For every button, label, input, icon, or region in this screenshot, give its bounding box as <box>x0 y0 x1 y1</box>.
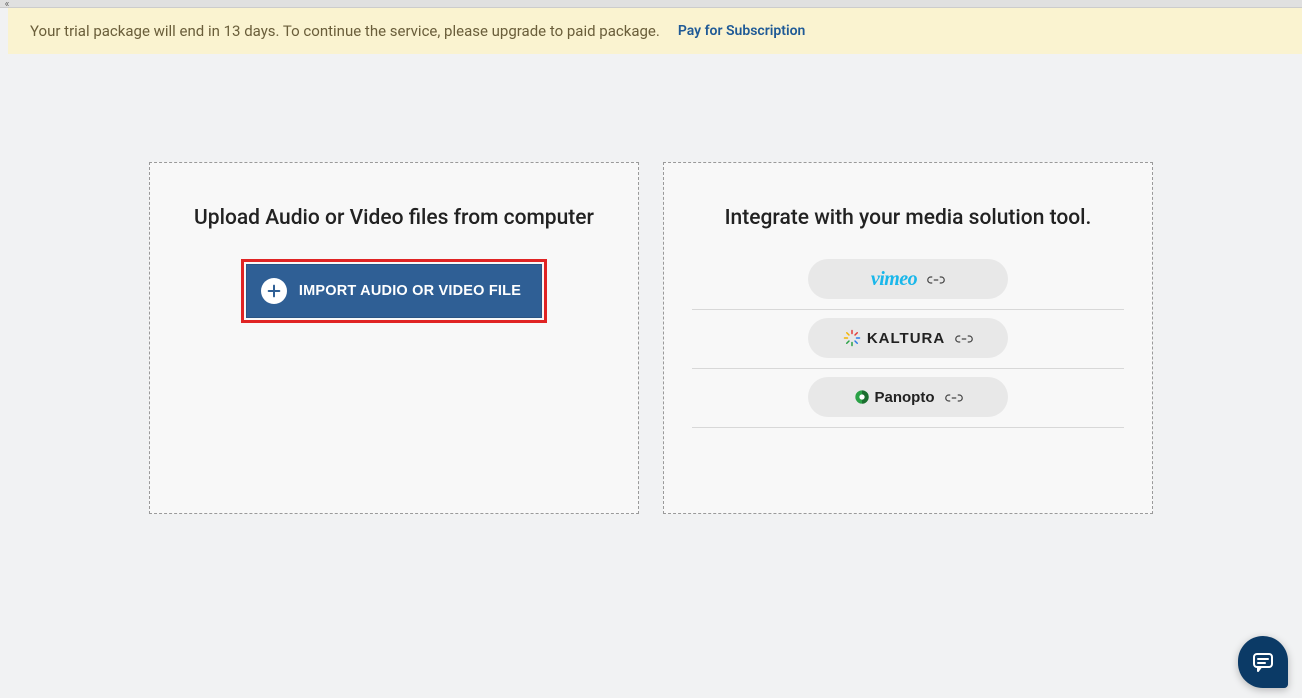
import-button-label: IMPORT AUDIO OR VIDEO FILE <box>299 283 521 299</box>
main-content: Upload Audio or Video files from compute… <box>0 54 1302 514</box>
pay-subscription-link[interactable]: Pay for Subscription <box>678 23 806 39</box>
integrate-panel: Integrate with your media solution tool.… <box>663 162 1153 514</box>
upload-heading: Upload Audio or Video files from compute… <box>178 203 610 233</box>
chat-widget-button[interactable] <box>1238 636 1288 688</box>
panopto-logo: Panopto <box>854 389 935 406</box>
link-icon <box>945 390 963 404</box>
kaltura-label: KALTURA <box>867 330 945 347</box>
chat-icon <box>1251 650 1275 674</box>
link-icon <box>927 272 945 286</box>
kaltura-sun-icon <box>843 329 861 347</box>
upload-panel: Upload Audio or Video files from compute… <box>149 162 639 514</box>
panopto-integration-button[interactable]: Panopto <box>808 377 1008 417</box>
vimeo-logo: vimeo <box>871 268 917 291</box>
integration-row-panopto: Panopto <box>692 369 1124 428</box>
panopto-label: Panopto <box>875 389 935 406</box>
collapse-sidebar-toggle[interactable]: « <box>0 0 14 14</box>
integration-row-kaltura: KALTURA <box>692 310 1124 369</box>
plus-icon <box>261 278 287 304</box>
kaltura-logo: KALTURA <box>843 329 945 347</box>
import-button-highlight: IMPORT AUDIO OR VIDEO FILE <box>241 259 547 323</box>
integration-list: vimeo <box>692 259 1124 428</box>
integrate-heading: Integrate with your media solution tool. <box>692 203 1124 233</box>
panopto-mark-icon <box>854 389 870 405</box>
trial-banner: Your trial package will end in 13 days. … <box>8 8 1302 54</box>
top-strip: « <box>0 0 1302 8</box>
integration-row-vimeo: vimeo <box>692 259 1124 310</box>
kaltura-integration-button[interactable]: KALTURA <box>808 318 1008 358</box>
link-icon <box>955 331 973 345</box>
trial-banner-message: Your trial package will end in 13 days. … <box>30 22 660 40</box>
import-file-button[interactable]: IMPORT AUDIO OR VIDEO FILE <box>246 264 542 318</box>
vimeo-integration-button[interactable]: vimeo <box>808 259 1008 299</box>
